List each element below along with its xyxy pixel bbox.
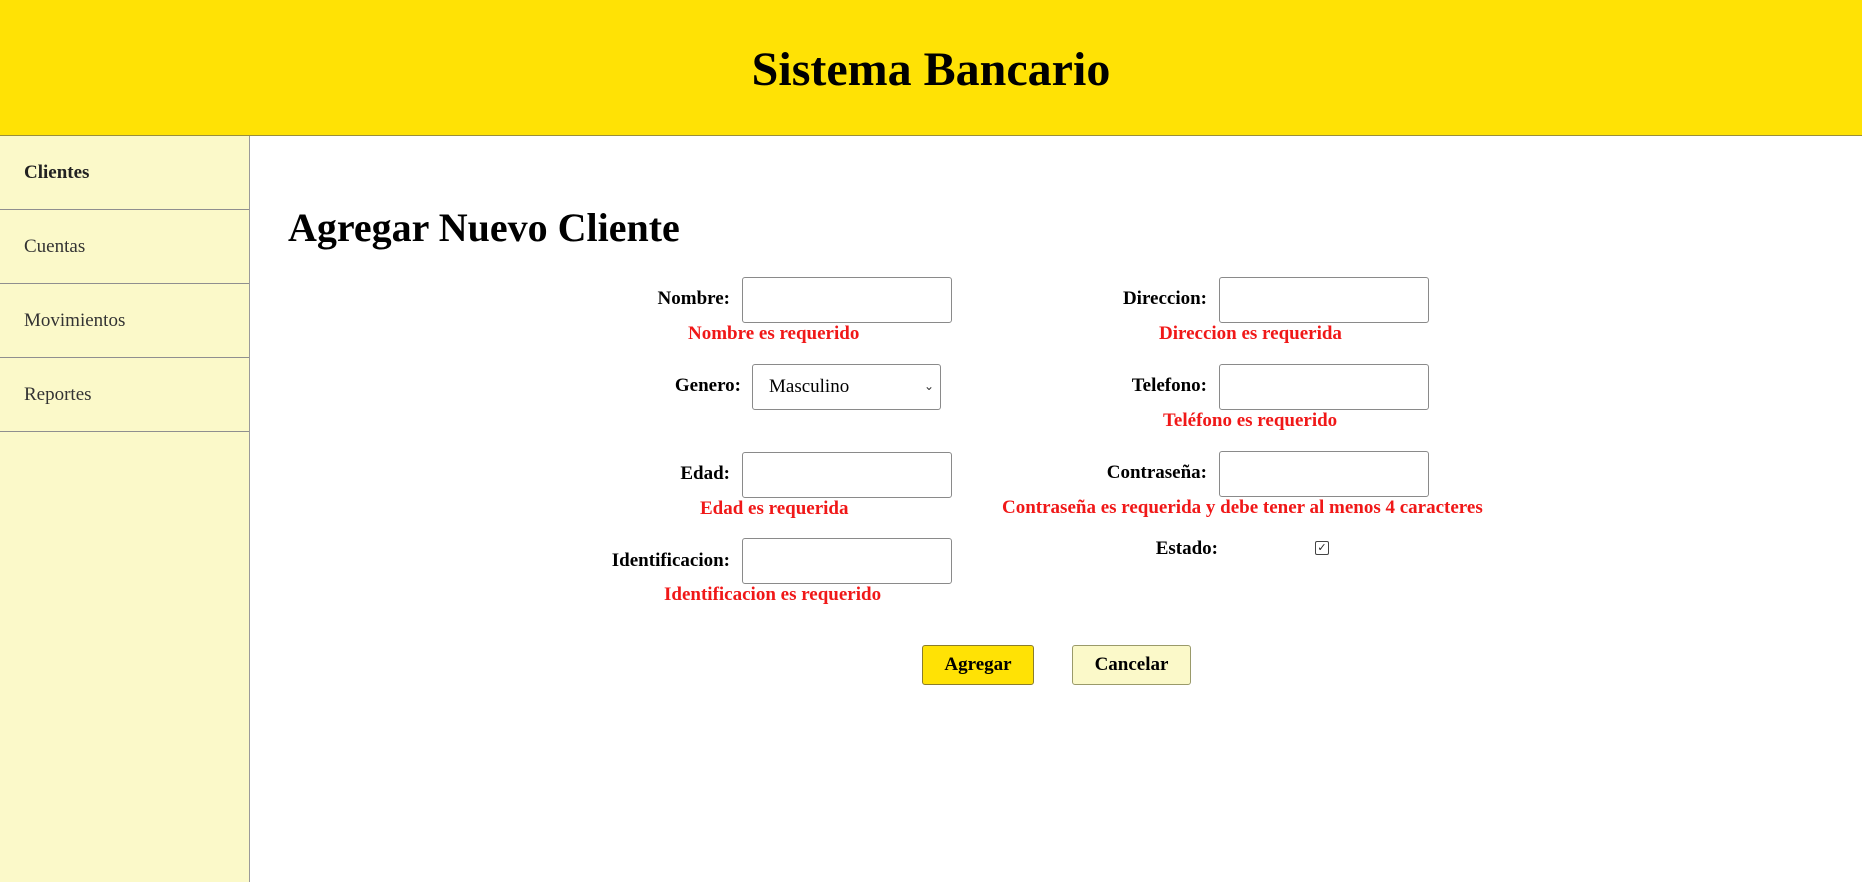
app-title: Sistema Bancario (751, 43, 1111, 96)
genero-selected-value: Masculino (769, 376, 850, 397)
sidebar-item-label: Movimientos (24, 309, 126, 331)
page-title: Agregar Nuevo Cliente (288, 205, 680, 250)
genero-label: Genero: (674, 375, 741, 396)
estado-checkbox[interactable]: ✓ (1315, 541, 1329, 555)
telefono-input[interactable] (1219, 364, 1429, 410)
checkmark-icon: ✓ (1317, 541, 1327, 554)
telefono-label: Telefono: (1131, 375, 1207, 396)
app-header: Sistema Bancario (0, 0, 1862, 136)
direccion-error: Direccion es requerida (1159, 323, 1342, 344)
identificacion-label: Identificacion: (611, 550, 730, 571)
contrasena-input[interactable] (1219, 451, 1429, 497)
sidebar-item-label: Clientes (24, 161, 90, 183)
sidebar-item-cuentas[interactable]: Cuentas (0, 210, 249, 284)
edad-error: Edad es requerida (700, 498, 849, 519)
edad-input[interactable] (742, 452, 952, 498)
identificacion-input[interactable] (742, 538, 952, 584)
direccion-input[interactable] (1219, 277, 1429, 323)
nombre-error: Nombre es requerido (688, 323, 860, 344)
genero-select[interactable]: Masculino ⌄ (752, 364, 941, 410)
agregar-button[interactable]: Agregar (922, 645, 1034, 685)
sidebar-item-label: Reportes (24, 383, 92, 405)
cancelar-button[interactable]: Cancelar (1072, 645, 1191, 685)
contrasena-error: Contraseña es requerida y debe tener al … (1002, 497, 1483, 518)
contrasena-label: Contraseña: (1106, 462, 1207, 483)
estado-label: Estado: (1155, 538, 1218, 559)
chevron-down-icon: ⌄ (923, 379, 934, 393)
identificacion-error: Identificacion es requerido (664, 584, 882, 605)
nombre-label: Nombre: (657, 288, 730, 309)
sidebar-item-label: Cuentas (24, 235, 86, 257)
nombre-input[interactable] (742, 277, 952, 323)
sidebar-item-movimientos[interactable]: Movimientos (0, 284, 249, 358)
sidebar: Clientes Cuentas Movimientos Reportes (0, 136, 250, 882)
sidebar-item-clientes[interactable]: Clientes (0, 136, 249, 210)
sidebar-item-reportes[interactable]: Reportes (0, 358, 249, 432)
telefono-error: Teléfono es requerido (1163, 410, 1338, 431)
direccion-label: Direccion: (1122, 288, 1207, 309)
edad-label: Edad: (680, 463, 730, 484)
